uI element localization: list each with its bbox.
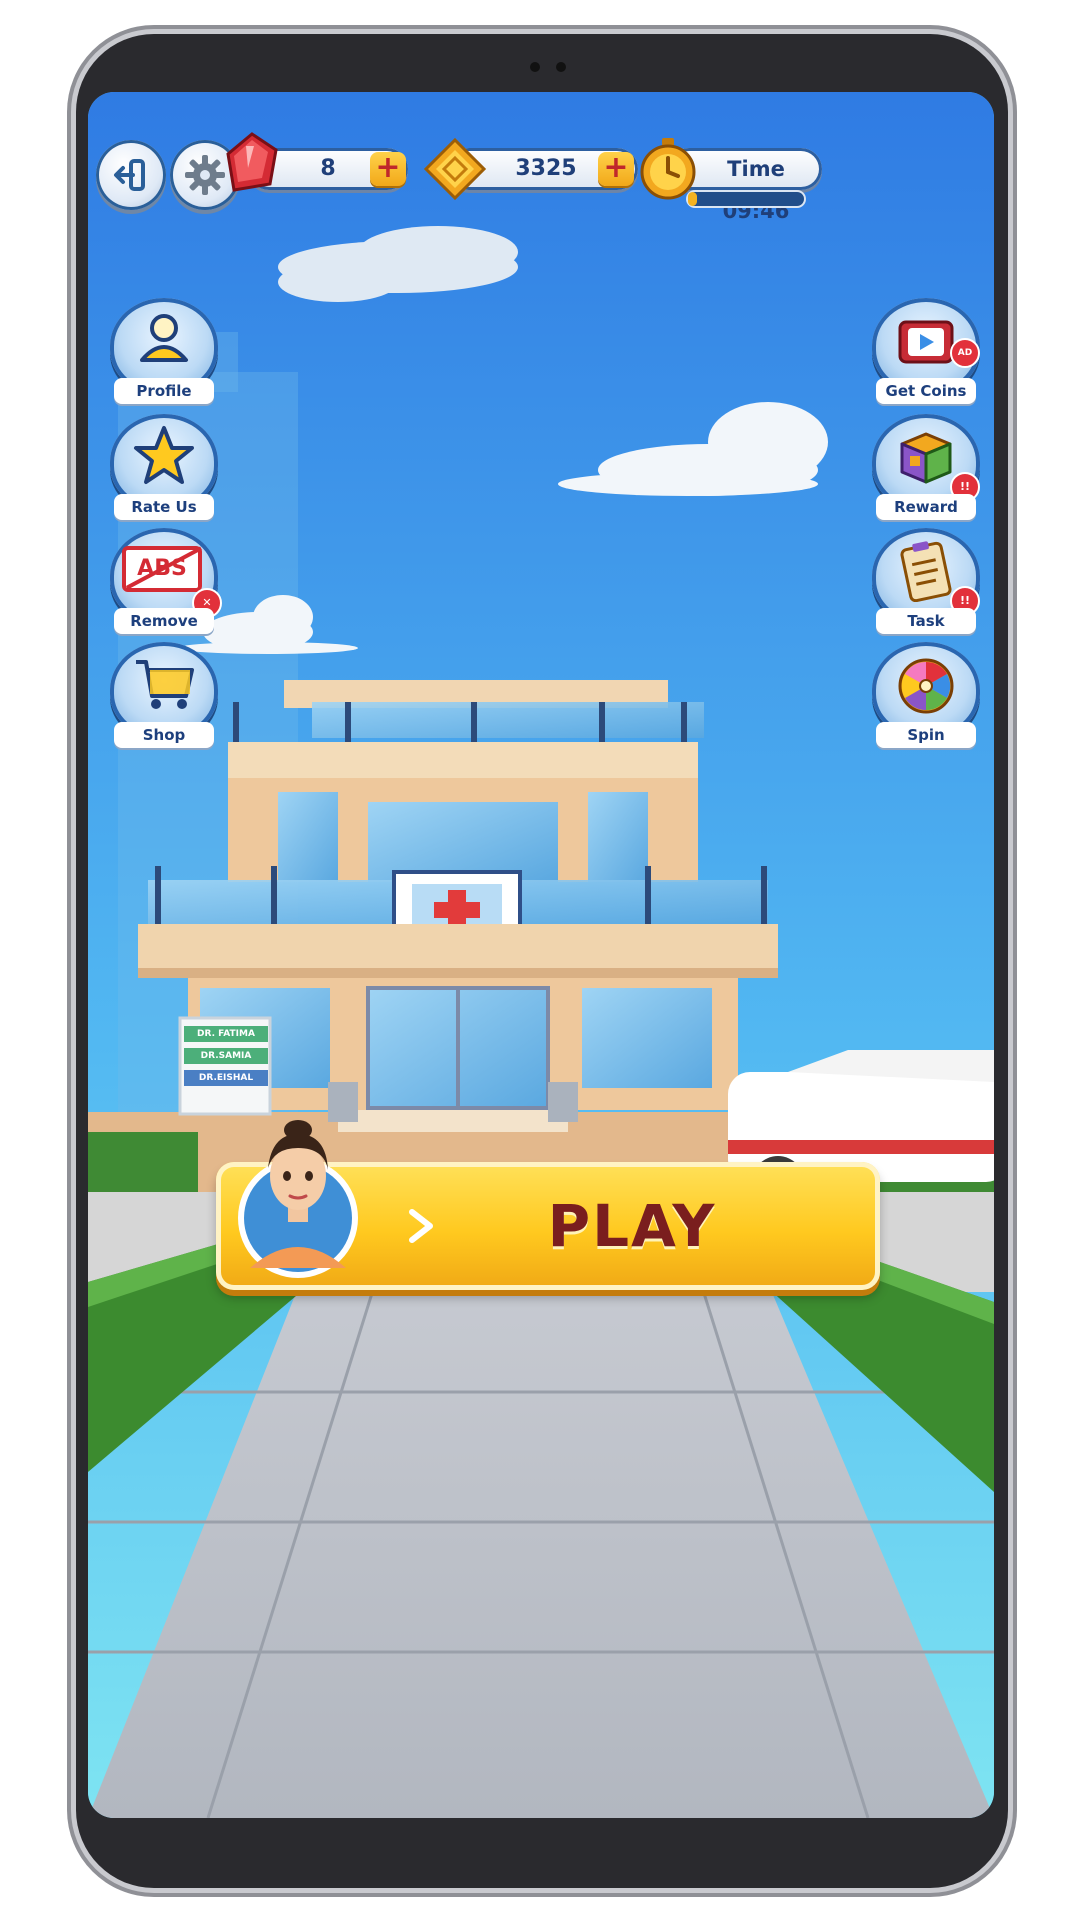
remove-ads-button[interactable]: ABS ✕ Remove bbox=[108, 528, 222, 646]
profile-icon bbox=[140, 314, 188, 362]
exit-icon bbox=[114, 159, 145, 191]
front-camera bbox=[530, 62, 540, 72]
rate-us-button[interactable]: Rate Us bbox=[108, 414, 220, 532]
exit-button[interactable] bbox=[96, 140, 166, 210]
task-button[interactable]: !! Task bbox=[870, 528, 982, 646]
gems-value: 8 bbox=[320, 156, 336, 181]
get-coins-button[interactable]: AD Get Coins bbox=[870, 298, 982, 416]
task-label: Task bbox=[876, 608, 976, 634]
stopwatch-icon bbox=[640, 138, 696, 200]
profile-label: Profile bbox=[114, 378, 214, 404]
rate-us-label: Rate Us bbox=[114, 494, 214, 520]
hospital-scene bbox=[88, 92, 994, 1818]
timer-value: Time 09:46 bbox=[722, 157, 790, 223]
doctor-name: DR. FATIMA bbox=[184, 1026, 268, 1042]
gem-icon bbox=[226, 132, 278, 192]
coin-icon bbox=[423, 138, 487, 200]
add-gems-button[interactable]: + bbox=[370, 152, 406, 186]
play-label: PLAY bbox=[547, 1192, 717, 1260]
ad-badge: AD bbox=[950, 338, 980, 368]
spin-button[interactable]: Spin bbox=[870, 642, 982, 760]
remove-label: Remove bbox=[114, 608, 214, 634]
shop-button[interactable]: Shop bbox=[108, 642, 220, 760]
timer-progress-bar bbox=[688, 192, 804, 206]
doctor-avatar bbox=[238, 1120, 358, 1278]
play-area: PLAY bbox=[216, 1120, 880, 1290]
game-screen: DR. FATIMA DR.SAMIA DR.EISHAL 8 + 3325 +… bbox=[88, 92, 994, 1818]
gear-icon bbox=[185, 155, 225, 195]
cart-icon bbox=[136, 660, 194, 709]
add-coins-button[interactable]: + bbox=[598, 152, 634, 186]
doctor-sign: DR. FATIMA DR.SAMIA DR.EISHAL bbox=[184, 1026, 268, 1086]
spin-label: Spin bbox=[876, 722, 976, 748]
front-sensor bbox=[556, 62, 566, 72]
star-icon bbox=[134, 426, 194, 484]
no-ads-icon: ABS bbox=[122, 546, 203, 592]
get-coins-label: Get Coins bbox=[876, 378, 976, 404]
profile-button[interactable]: Profile bbox=[108, 298, 220, 416]
gift-box-icon bbox=[900, 432, 952, 484]
video-icon bbox=[898, 320, 954, 364]
chevron-right-icon bbox=[409, 1209, 433, 1243]
shop-label: Shop bbox=[114, 722, 214, 748]
reward-button[interactable]: !! Reward bbox=[870, 414, 982, 532]
clipboard-icon bbox=[900, 541, 952, 602]
wheel-icon bbox=[898, 658, 954, 714]
doctor-name: DR.SAMIA bbox=[184, 1048, 268, 1064]
coins-value: 3325 bbox=[515, 156, 577, 181]
reward-label: Reward bbox=[876, 494, 976, 520]
doctor-name: DR.EISHAL bbox=[184, 1070, 268, 1086]
